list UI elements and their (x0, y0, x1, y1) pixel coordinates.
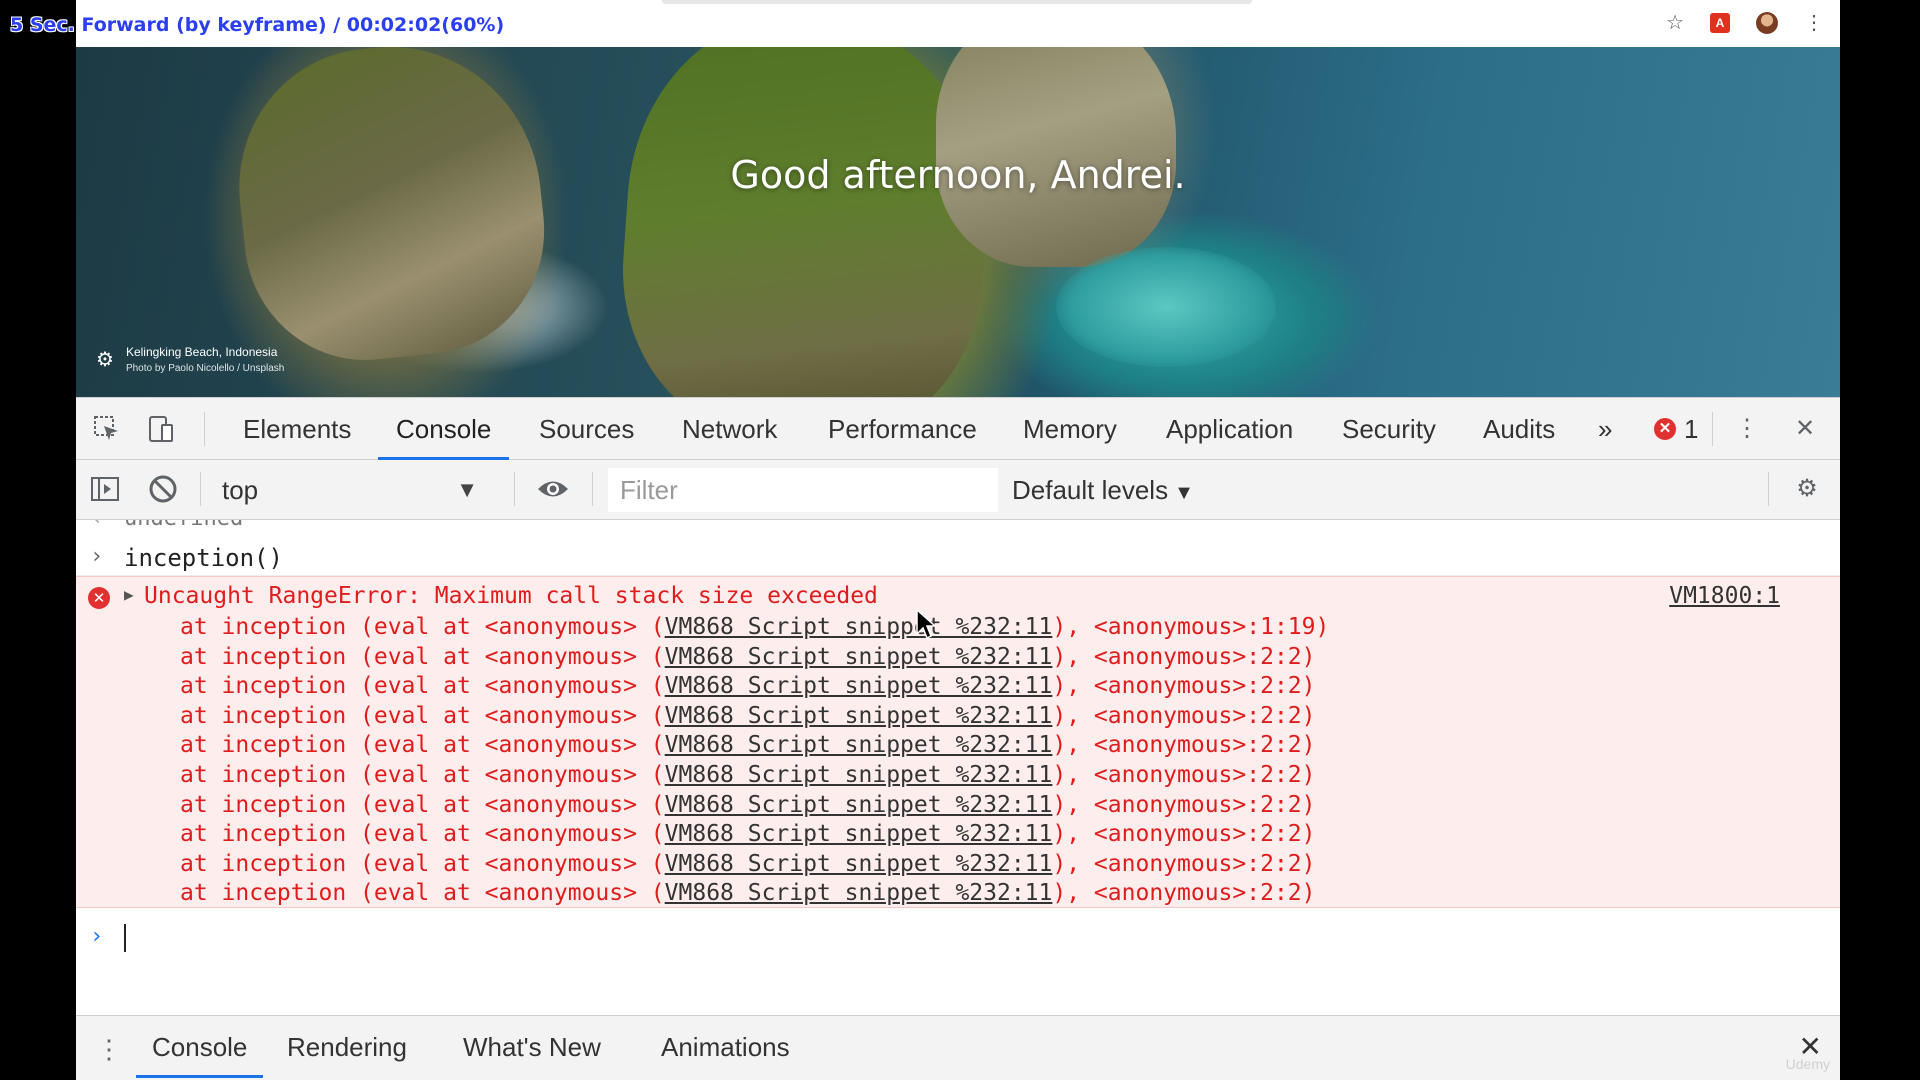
stack-frame: at inception (eval at <anonymous> (VM868… (180, 643, 1316, 670)
tab-security[interactable]: Security (1342, 398, 1436, 460)
console-input-row: › inception() (76, 540, 1840, 576)
dropdown-arrow-icon: ▼ (1174, 482, 1194, 504)
input-expression: inception() (124, 544, 283, 572)
devtools-tabbar: Elements Console Sources Network Perform… (76, 398, 1840, 460)
log-levels-label: Default levels (1012, 475, 1169, 505)
udemy-watermark: Udemy (1785, 1056, 1830, 1072)
stack-frame-link[interactable]: VM868 Script snippet %232:11 (665, 851, 1053, 877)
console-settings-gear-icon[interactable]: ⚙ (1792, 474, 1822, 504)
tab-memory[interactable]: Memory (1023, 398, 1117, 460)
drawer-tab-animations[interactable]: Animations (661, 1016, 790, 1078)
dropdown-arrow-icon: ▼ (456, 477, 478, 502)
error-count: 1 (1684, 413, 1699, 444)
text-caret (124, 924, 126, 952)
browser-window: ☆ A ⋮ Good afternoon, Andrei. ⚙ Kelingki… (76, 0, 1840, 1080)
stack-frame-link[interactable]: VM868 Script snippet %232:11 (665, 614, 1053, 640)
console-prompt[interactable]: › (76, 920, 1840, 956)
toolbar-divider (592, 472, 593, 506)
devtools-drawer: ⋮ Console Rendering What's New Animation… (76, 1015, 1840, 1080)
console-toolbar: top ▼ Filter Default levels ▼ ⚙ (76, 460, 1840, 520)
filter-input[interactable]: Filter (608, 468, 998, 512)
error-source-link[interactable]: VM1800:1 (1669, 583, 1780, 609)
stack-frame-link[interactable]: VM868 Script snippet %232:11 (665, 732, 1053, 758)
sidebar-toggle-icon[interactable] (90, 474, 120, 504)
photo-credit: ⚙ Kelingking Beach, Indonesia Photo by P… (96, 343, 284, 376)
drawer-tab-whats-new[interactable]: What's New (463, 1016, 601, 1078)
toolbar-divider (1712, 412, 1713, 446)
toolbar-divider (200, 472, 201, 506)
greeting-text: Good afternoon, Andrei. (730, 153, 1186, 197)
gear-icon[interactable]: ⚙ (96, 347, 114, 372)
drawer-menu-icon[interactable]: ⋮ (96, 1034, 122, 1064)
surf-shape (1056, 247, 1276, 367)
clear-console-icon[interactable] (148, 474, 178, 504)
star-icon[interactable]: ☆ (1666, 11, 1684, 35)
stack-trace: at inception (eval at <anonymous> (VM868… (180, 613, 1329, 909)
tab-elements[interactable]: Elements (243, 398, 351, 460)
tab-application[interactable]: Application (1166, 398, 1293, 460)
tab-performance[interactable]: Performance (828, 398, 977, 460)
console-error-message: ✕ ▶ Uncaught RangeError: Maximum call st… (76, 576, 1840, 908)
close-devtools-icon[interactable]: ✕ (1790, 414, 1820, 444)
tab-console[interactable]: Console (377, 398, 510, 460)
inspect-element-icon[interactable] (92, 414, 122, 444)
stack-frame-link[interactable]: VM868 Script snippet %232:11 (665, 880, 1053, 906)
output-arrow-icon: ‹ (90, 520, 103, 531)
stack-frame-link[interactable]: VM868 Script snippet %232:11 (665, 821, 1053, 847)
drawer-tab-rendering[interactable]: Rendering (287, 1016, 407, 1078)
log-levels-dropdown[interactable]: Default levels ▼ (1012, 468, 1194, 512)
error-icon: ✕ (88, 587, 110, 609)
device-toolbar-icon[interactable] (146, 414, 176, 444)
stack-frame: at inception (eval at <anonymous> (VM868… (180, 880, 1316, 907)
stack-frame: at inception (eval at <anonymous> (VM868… (180, 673, 1316, 700)
stack-frame: at inception (eval at <anonymous> (VM868… (180, 791, 1316, 818)
extension-icon[interactable]: A (1710, 13, 1730, 33)
tab-audits[interactable]: Audits (1483, 398, 1555, 460)
stack-frame: at inception (eval at <anonymous> (VM868… (180, 732, 1316, 759)
stack-frame: at inception (eval at <anonymous> (VM868… (180, 702, 1316, 729)
video-overlay-text: 5 Sec. Forward (by keyframe) / 00:02:02(… (10, 14, 505, 36)
stack-frame-link[interactable]: VM868 Script snippet %232:11 (665, 762, 1053, 788)
stack-frame: at inception (eval at <anonymous> (VM868… (180, 850, 1316, 877)
toolbar-divider (204, 412, 205, 446)
error-text: Uncaught RangeError: Maximum call stack … (144, 583, 878, 609)
stack-frame: at inception (eval at <anonymous> (VM868… (180, 761, 1316, 788)
stack-frame-link[interactable]: VM868 Script snippet %232:11 (665, 703, 1053, 729)
drawer-tab-console[interactable]: Console (135, 1016, 264, 1078)
tab-sources[interactable]: Sources (539, 398, 634, 460)
more-tabs-icon[interactable]: » (1598, 398, 1612, 460)
stack-frame: at inception (eval at <anonymous> (VM868… (180, 614, 1330, 640)
input-chevron-icon: › (90, 544, 104, 569)
live-expression-eye-icon[interactable] (536, 474, 568, 504)
error-icon: ✕ (1654, 418, 1676, 440)
toolbar-divider (1768, 472, 1769, 506)
photo-author: Photo by Paolo Nicolello / Unsplash (125, 363, 285, 374)
customize-menu-icon[interactable]: ⋮ (1732, 414, 1762, 444)
toolbar-divider (514, 472, 515, 506)
photo-location: Kelingking Beach, Indonesia (125, 345, 278, 359)
devtools-panel: Elements Console Sources Network Perform… (76, 397, 1840, 1080)
context-selector[interactable]: top ▼ (210, 468, 494, 512)
mouse-pointer-icon (916, 608, 937, 640)
console-output-row: ‹ undefined (76, 520, 1840, 534)
error-count-badge[interactable]: ✕ 1 (1654, 414, 1698, 444)
avatar[interactable] (1756, 12, 1778, 34)
tab-network[interactable]: Network (682, 398, 777, 460)
stack-frame-link[interactable]: VM868 Script snippet %232:11 (665, 644, 1053, 670)
cliff-shape-left (225, 47, 557, 372)
stack-frame-link[interactable]: VM868 Script snippet %232:11 (665, 673, 1053, 699)
prompt-chevron-icon: › (90, 924, 104, 949)
context-value: top (222, 475, 259, 505)
more-vert-icon[interactable]: ⋮ (1804, 11, 1824, 35)
tab-strip (662, 0, 1252, 4)
output-value: undefined (124, 520, 243, 531)
console-messages: ‹ undefined › inception() ✕ ▶ Uncaught R… (76, 520, 1840, 1000)
stack-frame-link[interactable]: VM868 Script snippet %232:11 (665, 792, 1053, 818)
expand-triangle-icon[interactable]: ▶ (124, 585, 134, 604)
new-tab-background: Good afternoon, Andrei. ⚙ Kelingking Bea… (76, 47, 1840, 397)
stack-frame: at inception (eval at <anonymous> (VM868… (180, 821, 1316, 848)
